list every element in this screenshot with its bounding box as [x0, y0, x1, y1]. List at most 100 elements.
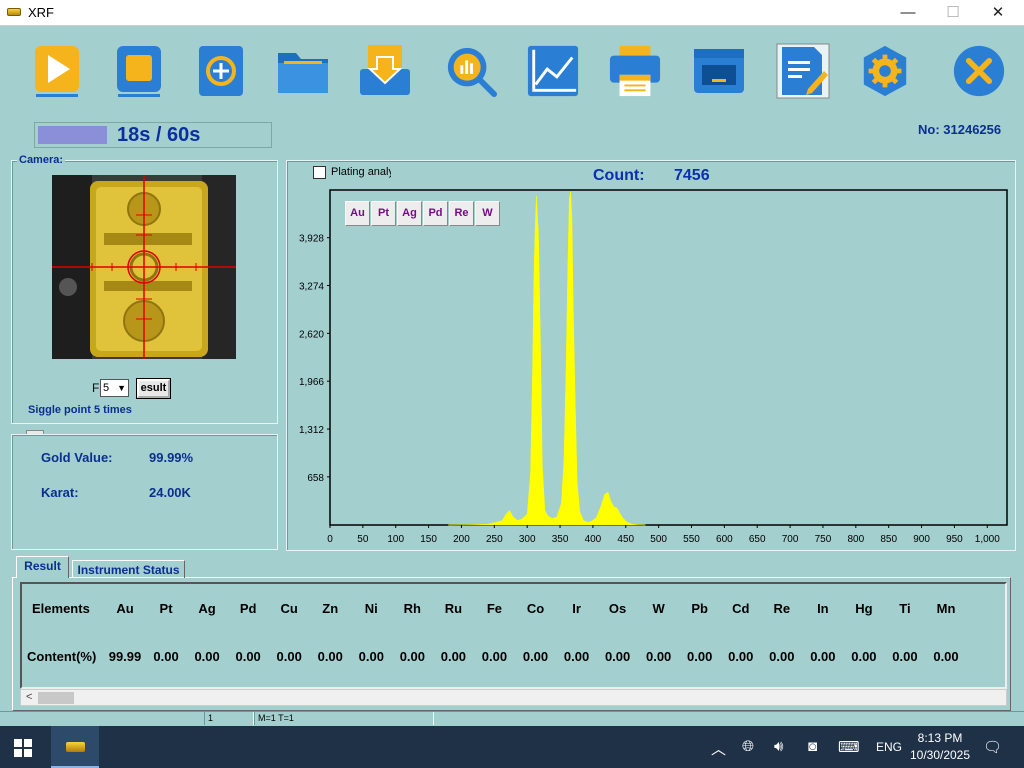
- import-button[interactable]: [358, 42, 412, 100]
- element-content-value: 0.00: [728, 649, 754, 664]
- gold-bar-app-icon: [7, 8, 21, 16]
- spectrum-chart: 0 50 100 150 200 250 300 350 400 450 500 550 600 650 7…: [299, 189, 1008, 545]
- element-button-group: Au Pt Ag Pd Re W: [345, 201, 501, 226]
- camera-view: [52, 175, 236, 359]
- window-title: XRF: [28, 5, 54, 20]
- language-indicator[interactable]: ENG: [876, 740, 902, 754]
- exit-icon: [953, 45, 1005, 97]
- windows-start-icon[interactable]: [14, 739, 32, 757]
- status-bar: 1 M=1 T=1: [0, 711, 1024, 725]
- chart-button[interactable]: [526, 42, 580, 100]
- close-button[interactable]: ✕: [975, 0, 1021, 26]
- scroll-thumb[interactable]: [38, 692, 74, 704]
- edit-document-button[interactable]: [776, 42, 830, 100]
- element-header: Os: [608, 601, 627, 616]
- element-content-value: 0.00: [153, 649, 179, 664]
- title-bar: XRF — ☐ ✕: [0, 0, 1024, 26]
- element-header: Cd: [732, 601, 750, 616]
- gold-value-label: Gold Value:: [41, 450, 113, 465]
- karat-label: Karat:: [41, 485, 79, 500]
- element-content-value: 0.00: [604, 649, 631, 664]
- tab-result[interactable]: Result: [16, 556, 69, 578]
- element-button-pt[interactable]: Pt: [371, 201, 396, 226]
- x-tick-label: 350: [552, 534, 569, 545]
- printer-icon: [609, 45, 661, 97]
- results-grid: [20, 582, 1007, 689]
- taskbar: ︿ 🌐︎ 🔊︎ ◙ ⌨ ENG 8:13 PM 10/30/2025 🗨︎: [0, 726, 1024, 768]
- count-value: 7456: [674, 167, 710, 184]
- measurement-note: Siggle point 5 times: [28, 404, 132, 416]
- element-content-value: 0.00: [769, 649, 795, 664]
- y-tick-label: 3,274: [299, 282, 324, 293]
- element-button-pd[interactable]: Pd: [423, 201, 448, 226]
- karat-value: 24.00K: [149, 485, 191, 500]
- x-tick-label: 150: [420, 534, 437, 545]
- plating-analysis-checkbox[interactable]: [313, 166, 326, 179]
- refresh-add-button[interactable]: [194, 42, 248, 100]
- serial-number: No: 31246256: [918, 122, 1002, 137]
- clock-date[interactable]: 10/30/2025: [908, 748, 972, 762]
- element-header: Ti: [899, 601, 911, 616]
- element-content-value: 0.00: [522, 649, 549, 664]
- x-tick-label: 200: [453, 534, 470, 545]
- exit-button[interactable]: [952, 42, 1006, 100]
- open-folder-button[interactable]: [276, 42, 330, 100]
- x-tick-label: 0: [327, 534, 333, 545]
- element-content-value: 0.00: [276, 649, 302, 664]
- y-tick-label: 658: [307, 473, 324, 484]
- refresh-add-icon: [199, 46, 243, 96]
- point-count-value: 5: [103, 382, 110, 394]
- horizontal-scrollbar[interactable]: <: [20, 689, 1007, 706]
- x-tick-label: 50: [357, 534, 369, 545]
- x-tick-label: 850: [880, 534, 897, 545]
- settings-button[interactable]: [858, 42, 912, 100]
- analysis-search-button[interactable]: [444, 42, 498, 100]
- point-count-select[interactable]: 5 ▼: [100, 379, 129, 397]
- element-content-value: 0.00: [892, 649, 918, 664]
- maximize-button[interactable]: ☐: [930, 0, 976, 26]
- settings-gear-icon: [863, 45, 907, 97]
- keyboard-icon[interactable]: ⌨: [838, 738, 860, 756]
- x-tick-label: 300: [519, 534, 536, 545]
- volume-icon[interactable]: 🔊︎: [774, 738, 783, 755]
- element-content-value: 0.00: [481, 649, 508, 664]
- elements-row-label: Elements: [32, 601, 90, 616]
- taskbar-xrf-app[interactable]: [51, 726, 99, 768]
- clock-time[interactable]: 8:13 PM: [913, 731, 967, 745]
- element-content-value: 0.00: [358, 649, 384, 664]
- element-content-value: 0.00: [645, 649, 672, 664]
- element-button-re[interactable]: Re: [449, 201, 474, 226]
- element-header: Pd: [239, 601, 257, 616]
- element-header: Ru: [444, 601, 463, 616]
- x-tick-label: 600: [716, 534, 733, 545]
- x-tick-label: 250: [486, 534, 503, 545]
- x-tick-label: 550: [683, 534, 700, 545]
- monitor-button[interactable]: [692, 42, 746, 100]
- minimize-button[interactable]: —: [885, 0, 931, 26]
- print-button[interactable]: [608, 42, 662, 100]
- element-button-w[interactable]: W: [475, 201, 500, 226]
- element-content-value: 0.00: [687, 649, 713, 664]
- stop-button[interactable]: [112, 42, 166, 100]
- import-icon: [360, 45, 410, 95]
- camera-tray-icon[interactable]: ◙: [808, 738, 817, 755]
- element-content-value: 0.00: [317, 649, 343, 664]
- notifications-icon[interactable]: 🗨︎: [983, 738, 1002, 756]
- element-header: Re: [773, 601, 791, 616]
- element-header: Pt: [159, 601, 173, 616]
- stop-icon: [117, 46, 161, 97]
- element-content-value: 0.00: [563, 649, 590, 664]
- element-header: In: [817, 601, 829, 616]
- result-button[interactable]: esult: [136, 378, 171, 399]
- tab-instrument-status[interactable]: Instrument Status: [72, 560, 185, 578]
- folder-icon: [278, 53, 328, 93]
- element-button-ag[interactable]: Ag: [397, 201, 422, 226]
- element-button-au[interactable]: Au: [345, 201, 370, 226]
- element-header: Ag: [198, 601, 216, 616]
- chevron-down-icon: ▼: [117, 383, 126, 393]
- network-globe-icon[interactable]: 🌐︎: [742, 738, 754, 755]
- start-button[interactable]: [30, 42, 84, 100]
- chevron-up-icon[interactable]: ︿: [711, 738, 726, 759]
- scroll-left-icon[interactable]: <: [26, 691, 32, 703]
- x-tick-label: 1,000: [975, 534, 1000, 545]
